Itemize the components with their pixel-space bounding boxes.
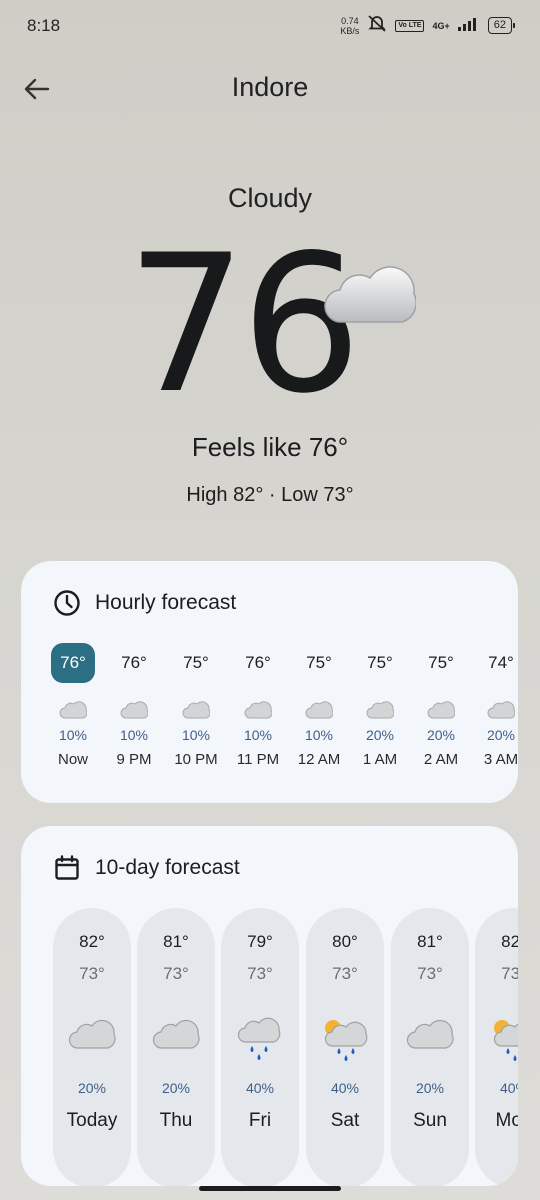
rain-cloud-icon [221,1016,299,1064]
status-icons: 0.74 KB/s Vo LTE 4G+ 62 [340,14,516,37]
hour-item[interactable]: 76° 10% 9 PM [103,645,165,768]
current-condition: Cloudy [227,183,313,213]
now-temp-badge: 76° [51,643,95,683]
cloud-icon [53,1016,131,1064]
daily-header: 10-day forecast [53,854,240,882]
card-title: 10-day forecast [95,856,240,879]
volte-badge: Vo LTE [395,19,425,32]
hourly-header: Hourly forecast [53,589,236,617]
cloud-icon [410,701,472,721]
hour-item[interactable]: 74° 20% 3 AM [470,645,518,768]
cloud-icon [322,262,417,331]
cloud-icon [391,1016,469,1064]
cloud-icon [42,701,104,721]
battery-icon: 62 [487,17,516,34]
hour-item[interactable]: 76° 10% Now [42,643,104,768]
day-item[interactable]: 80° 73° 40% Sat [306,908,384,1186]
status-bar: 8:18 0.74 KB/s Vo LTE 4G+ 62 [0,0,540,52]
day-item[interactable]: 81° 73° 20% Thu [137,908,215,1186]
clock-icon [54,590,80,616]
hour-item[interactable]: 75° 10% 12 AM [288,645,350,768]
signal-icon [457,16,480,36]
cloud-icon [288,701,350,721]
calendar-icon [55,855,79,880]
cloud-icon [349,701,411,721]
page-title: Indore [231,72,309,102]
cloud-icon [470,701,518,721]
hour-item[interactable]: 75° 20% 2 AM [410,645,472,768]
sun-rain-cloud-icon [475,1016,518,1064]
feels-like: Feels like 76° [191,432,349,462]
sun-rain-cloud-icon [306,1016,384,1064]
hour-item[interactable]: 75° 10% 10 PM [165,645,227,768]
ten-day-forecast-card[interactable]: 10-day forecast 82° 73° 20% Today 81° 73… [21,826,518,1186]
home-gesture-bar[interactable] [199,1186,341,1191]
cloud-icon [227,701,289,721]
network-type: 4G+ [432,20,450,31]
day-item[interactable]: 82° 73° 20% Today [53,908,131,1186]
cloud-icon [137,1016,215,1064]
hour-item[interactable]: 76° 10% 11 PM [227,645,289,768]
day-item[interactable]: 79° 73° 40% Fri [221,908,299,1186]
high-low: High 82° · Low 73° [186,484,354,506]
network-speed: 0.74 KB/s [340,15,360,36]
hourly-forecast-card[interactable]: Hourly forecast 76° 10% Now 76° 10% 9 PM… [21,561,518,803]
cloud-icon [103,701,165,721]
cloud-icon [165,701,227,721]
card-title: Hourly forecast [95,591,237,614]
mute-bell-icon [367,14,387,37]
hour-item[interactable]: 75° 20% 1 AM [349,645,411,768]
status-time: 8:18 [27,16,61,35]
day-item[interactable]: 81° 73° 20% Sun [391,908,469,1186]
day-item[interactable]: 82° 73° 40% Mon [475,908,518,1186]
